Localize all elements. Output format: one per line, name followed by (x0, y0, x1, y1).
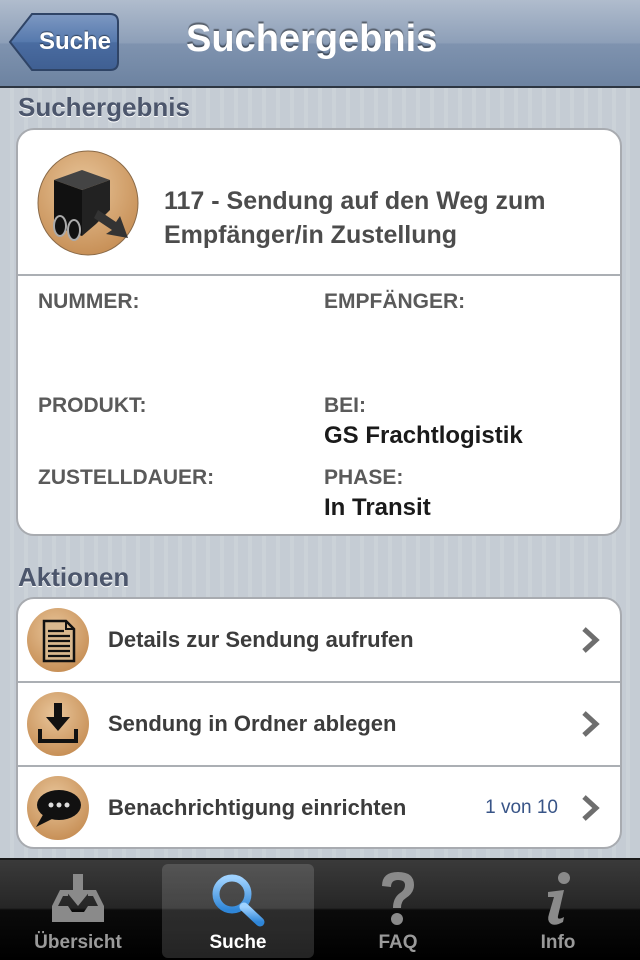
notification-count: 1 von 10 (485, 797, 558, 818)
result-card: 117 - Sendung auf den Weg zum Empfänger/… (16, 128, 622, 536)
empfaenger-label: EMPFÄNGER: (324, 290, 466, 313)
back-button-label: Suche (38, 28, 112, 55)
result-section-header: Suchergebnis (18, 92, 190, 122)
actions-section-header: Aktionen (18, 562, 130, 592)
navigation-bar: Suche Suchergebnis (0, 0, 640, 88)
chevron-right-icon (582, 627, 600, 653)
zustelldauer-label: ZUSTELLDAUER: (38, 466, 215, 489)
phase-value: In Transit (324, 494, 431, 521)
info-icon (548, 872, 570, 925)
tab-info[interactable]: Info (482, 864, 634, 958)
tab-uebersicht[interactable]: Übersicht (2, 864, 154, 958)
question-mark-icon (382, 872, 414, 925)
action-label: Details zur Sendung aufrufen (108, 627, 414, 652)
tab-bar: Übersicht Suche FAQ Info (0, 858, 640, 960)
tab-label: Info (540, 932, 576, 953)
delivery-truck-icon (37, 150, 139, 256)
action-details[interactable]: Details zur Sendung aufrufen (18, 599, 620, 683)
tab-faq[interactable]: FAQ (322, 864, 474, 958)
nummer-label: NUMMER: (38, 290, 140, 313)
status-title: 117 - Sendung auf den Weg zum Empfänger/… (164, 187, 546, 249)
download-tray-icon (27, 692, 89, 756)
page-title: Suchergebnis (186, 18, 438, 60)
actions-card: Details zur Sendung aufrufen Sendung in … (16, 597, 622, 849)
action-label: Sendung in Ordner ablegen (108, 711, 397, 736)
bei-value: GS Frachtlogistik (324, 422, 523, 449)
tab-label: FAQ (378, 932, 418, 953)
action-label: Benachrichtigung einrichten (108, 795, 407, 820)
tab-label: Suche (209, 932, 267, 953)
speech-bubble-icon (27, 776, 89, 840)
magnifier-icon (212, 874, 265, 927)
bei-label: BEI: (324, 394, 366, 417)
chevron-right-icon (582, 795, 600, 821)
tab-label: Übersicht (34, 932, 122, 953)
tab-suche[interactable]: Suche (162, 864, 314, 958)
action-save-folder[interactable]: Sendung in Ordner ablegen (18, 683, 620, 767)
produkt-label: PRODUKT: (38, 394, 147, 417)
phase-label: PHASE: (324, 466, 404, 489)
action-notification[interactable]: Benachrichtigung einrichten 1 von 10 (18, 767, 620, 847)
chevron-right-icon (582, 711, 600, 737)
result-status-row: 117 - Sendung auf den Weg zum Empfänger/… (18, 130, 620, 276)
document-icon (27, 608, 89, 672)
inbox-download-icon (52, 874, 104, 922)
back-button[interactable]: Suche (8, 12, 120, 72)
